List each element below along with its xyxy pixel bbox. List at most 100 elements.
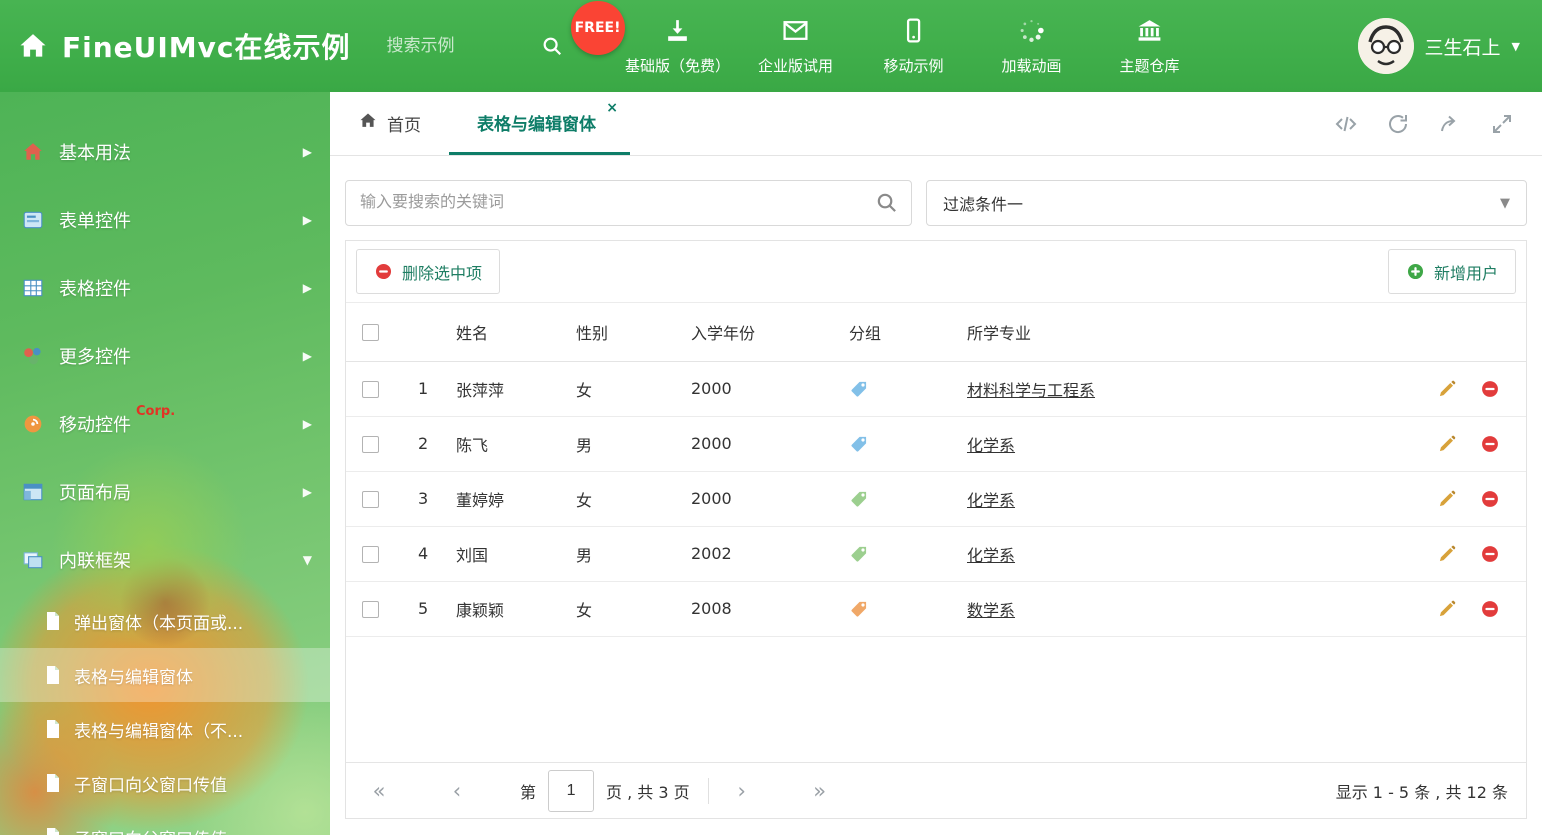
form-icon [22, 209, 44, 231]
select-all-checkbox[interactable] [362, 324, 379, 342]
major-link[interactable]: 化学系 [967, 436, 1015, 455]
nav-item-enterprise-trial[interactable]: 企业版试用 [737, 0, 855, 92]
delete-icon[interactable] [1480, 434, 1500, 454]
home-icon[interactable] [18, 31, 48, 61]
tab-label: 首页 [387, 116, 421, 136]
row-checkbox[interactable] [362, 491, 379, 508]
edit-icon[interactable] [1437, 489, 1457, 509]
sidebar-item-label: 移动控件 [59, 415, 131, 436]
iframe-icon [22, 549, 44, 571]
source-code-icon[interactable] [1334, 112, 1358, 136]
major-link[interactable]: 化学系 [967, 491, 1015, 510]
cell-year: 2000 [691, 489, 732, 508]
header-nav: FREE! 基础版（免费） 企业版试用 移动示例 加载动画 主题仓库 [570, 0, 1209, 92]
row-checkbox[interactable] [362, 601, 379, 618]
chevron-right-icon: ▶ [302, 213, 312, 227]
filter-dropdown[interactable]: 过滤条件一 ▼ [926, 180, 1527, 226]
tag-icon [849, 489, 869, 509]
chevron-right-icon: ▶ [302, 485, 312, 499]
sidebar-subitem-popup-window[interactable]: 弹出窗体（本页面或... [0, 594, 330, 648]
share-icon[interactable] [1438, 112, 1462, 136]
cell-name: 康颖颖 [456, 600, 505, 620]
next-page-button[interactable]: › [727, 779, 757, 803]
nav-item-loading-anim[interactable]: 加载动画 [973, 0, 1091, 92]
minus-circle-icon [374, 262, 393, 281]
bank-icon [1136, 17, 1163, 48]
tag-icon [849, 379, 869, 399]
search-icon[interactable] [875, 191, 898, 214]
edit-icon[interactable] [1437, 434, 1457, 454]
user-menu[interactable]: 三生石上 ▼ [1357, 18, 1520, 74]
tab-bar: 首页 表格与编辑窗体 × [330, 92, 1542, 156]
grid-toolbar: 删除选中项 新增用户 [346, 241, 1526, 303]
edit-icon[interactable] [1437, 544, 1457, 564]
major-link[interactable]: 数学系 [967, 601, 1015, 620]
cell-name: 刘国 [456, 545, 489, 565]
add-user-button[interactable]: 新增用户 [1387, 249, 1516, 294]
file-icon [44, 665, 62, 685]
sidebar-item-page-layout[interactable]: 页面布局 ▶ [0, 458, 330, 526]
table-header-row: 姓名 性别 入学年份 分组 所学专业 [346, 303, 1526, 362]
row-checkbox[interactable] [362, 436, 379, 453]
row-checkbox[interactable] [362, 381, 379, 398]
plus-circle-icon [1406, 262, 1425, 281]
delete-icon[interactable] [1480, 489, 1500, 509]
tab-home[interactable]: 首页 [330, 92, 449, 155]
sidebar-item-more-controls[interactable]: 更多控件 ▶ [0, 322, 330, 390]
chevron-right-icon: ▶ [302, 417, 312, 431]
last-page-button[interactable]: » [805, 779, 835, 803]
sidebar-subitem-label: 表格与编辑窗体 [74, 667, 193, 688]
sidebar-subitem-child-to-parent-2[interactable]: 子窗口向父窗口传值... [0, 810, 330, 835]
tag-icon [849, 544, 869, 564]
delete-icon[interactable] [1480, 599, 1500, 619]
major-link[interactable]: 材料科学与工程系 [967, 381, 1095, 400]
search-icon[interactable] [541, 35, 563, 57]
data-grid: 姓名 性别 入学年份 分组 所学专业 1 张萍萍 女 2000 材料科学与工程系… [346, 303, 1526, 762]
tab-grid-edit-window[interactable]: 表格与编辑窗体 × [449, 92, 630, 155]
header-search-input[interactable] [384, 35, 533, 57]
cell-gender: 女 [576, 600, 593, 620]
sidebar-item-mobile-controls[interactable]: 移动控件 Corp. ▶ [0, 390, 330, 458]
row-index: 1 [418, 379, 429, 398]
nav-item-mobile-demo[interactable]: 移动示例 [855, 0, 973, 92]
refresh-icon[interactable] [1386, 112, 1410, 136]
sidebar-subitem-label: 表格与编辑窗体（不... [74, 721, 244, 742]
delete-icon[interactable] [1480, 544, 1500, 564]
spinner-icon [1018, 17, 1045, 48]
cell-gender: 男 [576, 435, 593, 455]
nav-label: 基础版（免费） [625, 56, 731, 75]
file-icon [44, 827, 62, 835]
delete-selected-button[interactable]: 删除选中项 [356, 249, 501, 294]
home-small-icon [22, 141, 44, 163]
sidebar-item-grid-controls[interactable]: 表格控件 ▶ [0, 254, 330, 322]
shapes-icon [22, 345, 44, 367]
first-page-button[interactable]: « [364, 779, 394, 803]
sidebar-subitem-grid-edit-window[interactable]: 表格与编辑窗体 [0, 648, 330, 702]
sidebar-item-form-controls[interactable]: 表单控件 ▶ [0, 186, 330, 254]
expand-icon[interactable] [1490, 112, 1514, 136]
delete-icon[interactable] [1480, 379, 1500, 399]
sidebar-subitem-child-to-parent[interactable]: 子窗口向父窗口传值 [0, 756, 330, 810]
sidebar-subitem-grid-edit-window-no[interactable]: 表格与编辑窗体（不... [0, 702, 330, 756]
record-summary: 显示 1 - 5 条 , 共 12 条 [1335, 782, 1508, 802]
row-checkbox[interactable] [362, 546, 379, 563]
page-label-suffix: 页 , 共 3 页 [606, 782, 690, 802]
table-row: 1 张萍萍 女 2000 材料科学与工程系 [346, 361, 1526, 416]
major-link[interactable]: 化学系 [967, 546, 1015, 565]
sidebar-subitem-label: 弹出窗体（本页面或... [74, 613, 244, 634]
tab-tools [1334, 92, 1542, 155]
prev-page-button[interactable]: ‹ [442, 779, 472, 803]
sidebar-item-inline-frame[interactable]: 内联框架 ▼ [0, 526, 330, 594]
page-number-input[interactable] [548, 769, 595, 812]
edit-icon[interactable] [1437, 379, 1457, 399]
sidebar-item-label: 基本用法 [59, 143, 131, 164]
nav-item-theme-store[interactable]: 主题仓库 [1091, 0, 1209, 92]
nav-item-basic-free[interactable]: FREE! 基础版（免费） [570, 0, 737, 92]
keyword-search-input[interactable] [345, 180, 912, 226]
sidebar-item-label: 表单控件 [59, 211, 131, 232]
sidebar-item-basic-usage[interactable]: 基本用法 ▶ [0, 118, 330, 186]
sidebar-subitem-label: 子窗口向父窗口传值... [74, 825, 243, 835]
edit-icon[interactable] [1437, 599, 1457, 619]
close-icon[interactable]: × [606, 100, 618, 116]
main-content: 首页 表格与编辑窗体 × 输入要搜索的关键词 过滤条件一 ▼ 删除选中项 新增用… [330, 92, 1542, 835]
